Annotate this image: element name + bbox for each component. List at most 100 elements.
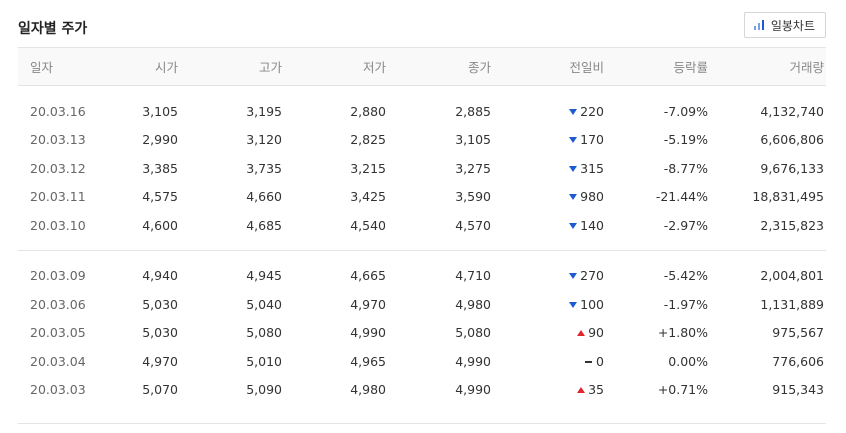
cell-open: 3,105 bbox=[142, 103, 178, 119]
triangle-down-icon bbox=[569, 108, 578, 115]
col-header-low[interactable]: 저가 bbox=[286, 48, 390, 86]
change-value: 170 bbox=[580, 132, 604, 148]
cell-date: 20.03.06 bbox=[30, 296, 86, 312]
table-body: 20.03.16 3,105 3,195 2,880 2,885 220 -7.09% 4,1… bbox=[18, 86, 826, 405]
triangle-down-icon bbox=[569, 194, 578, 201]
cell-close: 5,080 bbox=[455, 325, 491, 341]
cell-high: 3,735 bbox=[246, 160, 282, 176]
col-header-date[interactable]: 일자 bbox=[18, 48, 116, 86]
cell-change: 0 bbox=[495, 347, 608, 376]
cell-close: 4,990 bbox=[455, 382, 491, 398]
cell-rate: -5.42% bbox=[663, 268, 708, 284]
cell-change: 220 bbox=[495, 97, 608, 126]
table-row: 20.03.04 4,970 5,010 4,965 4,990 0 0.00% 776,60… bbox=[18, 347, 826, 376]
cell-close: 4,710 bbox=[455, 268, 491, 284]
cell-open: 5,030 bbox=[142, 325, 178, 341]
cell-high: 5,010 bbox=[246, 353, 282, 369]
cell-high: 5,090 bbox=[246, 382, 282, 398]
change-value: 980 bbox=[580, 189, 604, 205]
cell-date: 20.03.13 bbox=[30, 132, 86, 148]
group-spacer bbox=[18, 250, 826, 262]
cell-volume: 776,606 bbox=[772, 353, 824, 369]
cell-rate: +0.71% bbox=[657, 382, 708, 398]
group-spacer bbox=[18, 86, 826, 98]
cell-date: 20.03.16 bbox=[30, 103, 86, 119]
cell-volume: 915,343 bbox=[772, 382, 824, 398]
cell-rate: -1.97% bbox=[663, 296, 708, 312]
cell-low: 4,965 bbox=[350, 353, 386, 369]
bar-chart-icon bbox=[753, 20, 764, 30]
triangle-up-icon bbox=[577, 330, 586, 337]
cell-open: 2,990 bbox=[142, 132, 178, 148]
cell-date: 20.03.11 bbox=[30, 189, 86, 205]
table-row: 20.03.10 4,600 4,685 4,540 4,570 140 -2.97% 2,3… bbox=[18, 211, 826, 240]
col-header-volume[interactable]: 거래량 bbox=[712, 48, 826, 86]
cell-volume: 2,004,801 bbox=[760, 268, 824, 284]
triangle-up-icon bbox=[577, 387, 586, 394]
triangle-down-icon bbox=[569, 165, 578, 172]
cell-change: 170 bbox=[495, 126, 608, 155]
cell-volume: 4,132,740 bbox=[760, 103, 824, 119]
cell-change: 35 bbox=[495, 376, 608, 405]
dash-icon bbox=[585, 360, 593, 363]
cell-close: 4,980 bbox=[455, 296, 491, 312]
cell-open: 4,575 bbox=[142, 189, 178, 205]
change-value: 220 bbox=[580, 103, 604, 119]
cell-date: 20.03.04 bbox=[30, 353, 86, 369]
cell-open: 3,385 bbox=[142, 160, 178, 176]
change-value: 140 bbox=[580, 217, 604, 233]
triangle-down-icon bbox=[569, 273, 578, 280]
cell-open: 5,070 bbox=[142, 382, 178, 398]
cell-low: 4,990 bbox=[350, 325, 386, 341]
cell-volume: 1,131,889 bbox=[760, 296, 824, 312]
cell-close: 3,275 bbox=[455, 160, 491, 176]
cell-close: 4,990 bbox=[455, 353, 491, 369]
daily-price-table-wrap: 일자 시가 고가 저가 종가 전일비 등락률 거래량 20.03.16 3,105… bbox=[18, 47, 826, 404]
table-row: 20.03.09 4,940 4,945 4,665 4,710 270 -5.42% 2,0… bbox=[18, 262, 826, 291]
cell-rate: -21.44% bbox=[655, 189, 708, 205]
table-row: 20.03.03 5,070 5,090 4,980 4,990 35 +0.71% 915,… bbox=[18, 376, 826, 405]
cell-date: 20.03.12 bbox=[30, 160, 86, 176]
daily-chart-button-label: 일봉차트 bbox=[770, 18, 815, 33]
cell-rate: -5.19% bbox=[663, 132, 708, 148]
col-header-open[interactable]: 시가 bbox=[116, 48, 182, 86]
cell-date: 20.03.05 bbox=[30, 325, 86, 341]
cell-rate: -8.77% bbox=[663, 160, 708, 176]
table-bottom-divider bbox=[18, 423, 826, 424]
cell-close: 3,590 bbox=[455, 189, 491, 205]
daily-chart-button[interactable]: 일봉차트 bbox=[743, 12, 826, 38]
group-divider bbox=[18, 239, 826, 251]
cell-open: 4,600 bbox=[142, 217, 178, 233]
cell-high: 5,040 bbox=[246, 296, 282, 312]
cell-low: 3,215 bbox=[350, 160, 386, 176]
cell-low: 4,980 bbox=[350, 382, 386, 398]
cell-change: 315 bbox=[495, 154, 608, 183]
col-header-close[interactable]: 종가 bbox=[390, 48, 495, 86]
table-row: 20.03.05 5,030 5,080 4,990 5,080 90 +1.80% 975,… bbox=[18, 319, 826, 348]
cell-rate: -7.09% bbox=[663, 103, 708, 119]
cell-low: 2,880 bbox=[350, 103, 386, 119]
cell-volume: 975,567 bbox=[772, 325, 824, 341]
cell-high: 4,945 bbox=[246, 268, 282, 284]
table-row: 20.03.12 3,385 3,735 3,215 3,275 315 -8.77% 9,6… bbox=[18, 154, 826, 183]
change-value: 100 bbox=[580, 296, 604, 312]
cell-date: 20.03.10 bbox=[30, 217, 86, 233]
cell-date: 20.03.03 bbox=[30, 382, 86, 398]
col-header-rate[interactable]: 등락률 bbox=[608, 48, 712, 86]
cell-high: 5,080 bbox=[246, 325, 282, 341]
cell-volume: 18,831,495 bbox=[752, 189, 824, 205]
col-header-high[interactable]: 고가 bbox=[182, 48, 286, 86]
section-header: 일자별 주가 일봉차트 bbox=[18, 10, 826, 44]
table-row: 20.03.11 4,575 4,660 3,425 3,590 980 -21.44% 18… bbox=[18, 183, 826, 212]
cell-change: 100 bbox=[495, 290, 608, 319]
cell-change: 90 bbox=[495, 319, 608, 348]
table-row: 20.03.06 5,030 5,040 4,970 4,980 100 -1.97% 1,1… bbox=[18, 290, 826, 319]
cell-rate: +1.80% bbox=[657, 325, 708, 341]
triangle-down-icon bbox=[569, 301, 578, 308]
cell-rate: -2.97% bbox=[663, 217, 708, 233]
cell-high: 3,195 bbox=[246, 103, 282, 119]
table-row: 20.03.13 2,990 3,120 2,825 3,105 170 -5.19% 6,6… bbox=[18, 126, 826, 155]
cell-low: 4,970 bbox=[350, 296, 386, 312]
cell-change: 980 bbox=[495, 183, 608, 212]
col-header-change[interactable]: 전일비 bbox=[495, 48, 608, 86]
